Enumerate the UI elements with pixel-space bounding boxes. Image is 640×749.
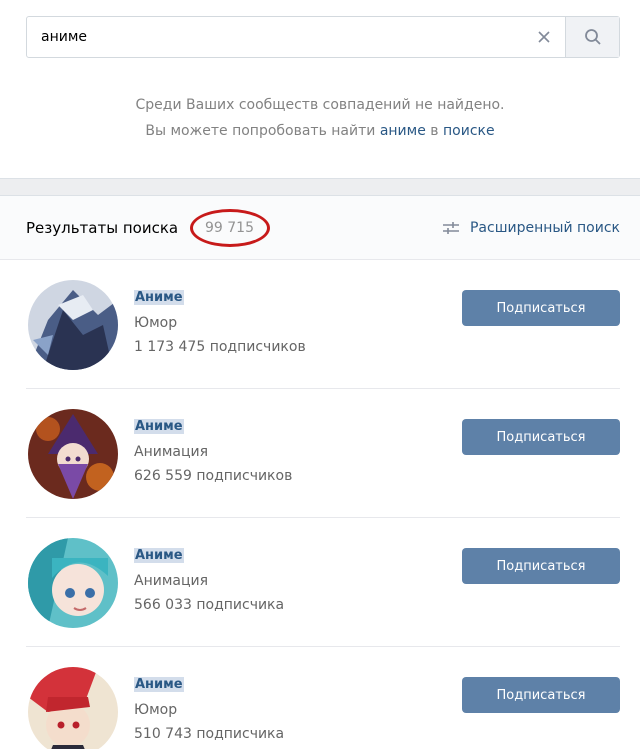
search-icon	[584, 29, 601, 45]
group-category: Юмор	[134, 702, 178, 718]
group-row: Аниме Юмор 510 743 подписчика Подписатьс…	[26, 647, 620, 749]
group-avatar[interactable]	[28, 280, 118, 370]
results-title: Результаты поиска	[26, 219, 179, 237]
no-results-prefix: Вы можете попробовать найти	[145, 123, 376, 139]
search-input[interactable]	[27, 17, 523, 57]
close-icon	[538, 31, 550, 43]
group-subscribers: 510 743 подписчика	[134, 726, 285, 742]
no-results-middle: в	[430, 123, 439, 139]
group-avatar[interactable]	[28, 409, 118, 499]
group-name[interactable]: Аниме	[134, 419, 184, 434]
group-subscribers: 1 173 475 подписчиков	[134, 339, 306, 355]
group-avatar[interactable]	[28, 667, 118, 749]
group-row: Аниме Юмор 1 173 475 подписчиков Подписа…	[26, 260, 620, 389]
subscribe-button[interactable]: Подписаться	[462, 290, 620, 326]
subscribe-button[interactable]: Подписаться	[462, 677, 620, 713]
subscribe-button[interactable]: Подписаться	[462, 548, 620, 584]
group-name[interactable]: Аниме	[134, 290, 184, 305]
group-row: Аниме Анимация 626 559 подписчиков Подпи…	[26, 389, 620, 518]
advanced-search-link[interactable]: Расширенный поиск	[442, 220, 620, 236]
no-results-line1: Среди Ваших сообществ совпадений не найд…	[135, 97, 505, 113]
advanced-search-label: Расширенный поиск	[469, 220, 620, 236]
group-avatar[interactable]	[28, 538, 118, 628]
results-header: Результаты поиска 99 715 Расширенный пои…	[0, 196, 640, 260]
query-link[interactable]: аниме	[380, 123, 426, 139]
group-name[interactable]: Аниме	[134, 677, 184, 692]
group-subscribers: 626 559 подписчиков	[134, 468, 293, 484]
subscribe-button[interactable]: Подписаться	[462, 419, 620, 455]
search-button[interactable]	[565, 17, 619, 57]
group-category: Анимация	[134, 573, 209, 589]
group-category: Анимация	[134, 444, 209, 460]
group-row: Аниме Анимация 566 033 подписчика Подпис…	[26, 518, 620, 647]
group-category: Юмор	[134, 315, 178, 331]
group-subscribers: 566 033 подписчика	[134, 597, 285, 613]
results-panel: Результаты поиска 99 715 Расширенный пои…	[0, 195, 640, 749]
no-results-line2: Вы можете попробовать найти аниме в поис…	[0, 118, 640, 144]
search-box	[26, 16, 620, 58]
group-name[interactable]: Аниме	[134, 548, 184, 563]
clear-search-button[interactable]	[523, 17, 565, 57]
highlight-oval	[190, 209, 270, 247]
search-panel: Среди Ваших сообществ совпадений не найд…	[0, 0, 640, 179]
no-results-message: Среди Ваших сообществ совпадений не найд…	[0, 92, 640, 144]
sliders-icon	[442, 222, 459, 234]
global-search-link[interactable]: поиске	[443, 123, 495, 139]
